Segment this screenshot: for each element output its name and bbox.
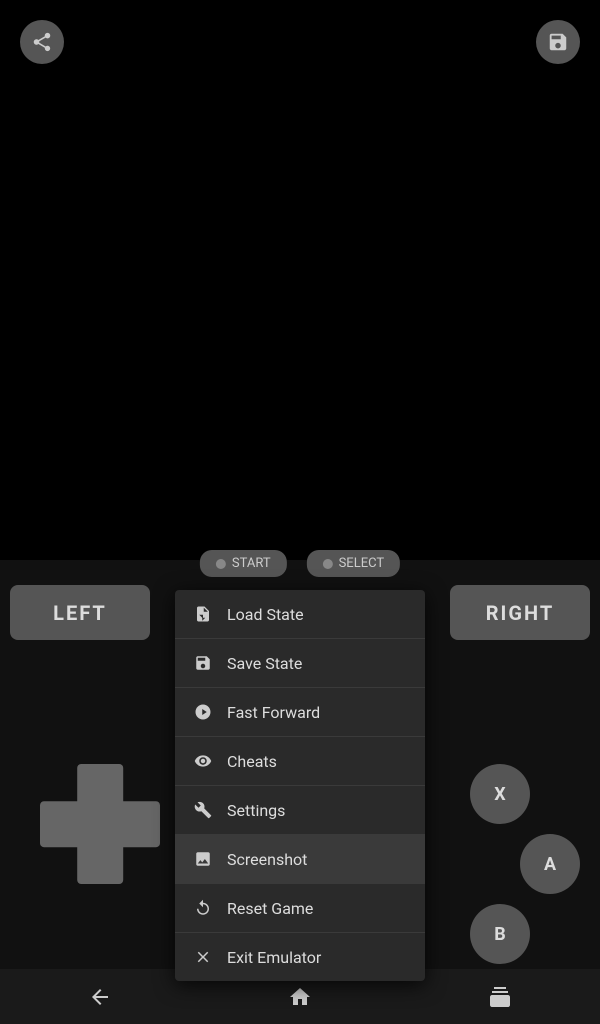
start-select-row: START SELECT <box>200 550 400 577</box>
menu-reset-game[interactable]: Reset Game <box>175 884 425 933</box>
eye-icon <box>193 751 213 771</box>
fast-forward-label: Fast Forward <box>227 703 320 722</box>
b-button[interactable]: B <box>470 904 530 964</box>
x-label: X <box>494 784 505 805</box>
x-icon <box>193 947 213 967</box>
save-state-label: Save State <box>227 654 302 673</box>
select-label: SELECT <box>339 556 385 571</box>
select-dot <box>323 559 333 569</box>
load-state-label: Load State <box>227 605 304 624</box>
menu-exit-emulator[interactable]: Exit Emulator <box>175 933 425 981</box>
share-button[interactable] <box>20 20 64 64</box>
b-label: B <box>494 924 506 945</box>
start-dot <box>216 559 226 569</box>
menu-save-state[interactable]: Save State <box>175 639 425 688</box>
exit-emulator-label: Exit Emulator <box>227 948 321 967</box>
dpad[interactable] <box>40 764 160 884</box>
a-label: A <box>544 854 556 875</box>
a-button[interactable]: A <box>520 834 580 894</box>
left-button[interactable]: LEFT <box>10 585 150 640</box>
cheats-label: Cheats <box>227 752 277 771</box>
dpad-center <box>77 801 123 847</box>
left-label: LEFT <box>53 601 107 625</box>
menu-screenshot[interactable]: Screenshot <box>175 835 425 884</box>
save-state-icon <box>193 653 213 673</box>
wrench-icon <box>193 800 213 820</box>
back-nav-button[interactable] <box>78 975 122 1019</box>
recents-nav-button[interactable] <box>478 975 522 1019</box>
menu-settings[interactable]: Settings <box>175 786 425 835</box>
load-icon <box>193 604 213 624</box>
context-menu: Load State Save State Fast Forward Cheat… <box>175 590 425 981</box>
screenshot-label: Screenshot <box>227 850 307 869</box>
select-button[interactable]: SELECT <box>307 550 401 577</box>
fast-forward-icon <box>193 702 213 722</box>
reset-game-label: Reset Game <box>227 899 313 918</box>
menu-load-state[interactable]: Load State <box>175 590 425 639</box>
settings-label: Settings <box>227 801 285 820</box>
menu-cheats[interactable]: Cheats <box>175 737 425 786</box>
right-button[interactable]: RIGHT <box>450 585 590 640</box>
start-button[interactable]: START <box>200 550 287 577</box>
home-nav-button[interactable] <box>278 975 322 1019</box>
game-screen <box>0 0 600 560</box>
save-button[interactable] <box>536 20 580 64</box>
reset-icon <box>193 898 213 918</box>
right-label: RIGHT <box>486 601 555 625</box>
screenshot-icon <box>193 849 213 869</box>
start-label: START <box>232 556 271 571</box>
x-button[interactable]: X <box>470 764 530 824</box>
menu-fast-forward[interactable]: Fast Forward <box>175 688 425 737</box>
